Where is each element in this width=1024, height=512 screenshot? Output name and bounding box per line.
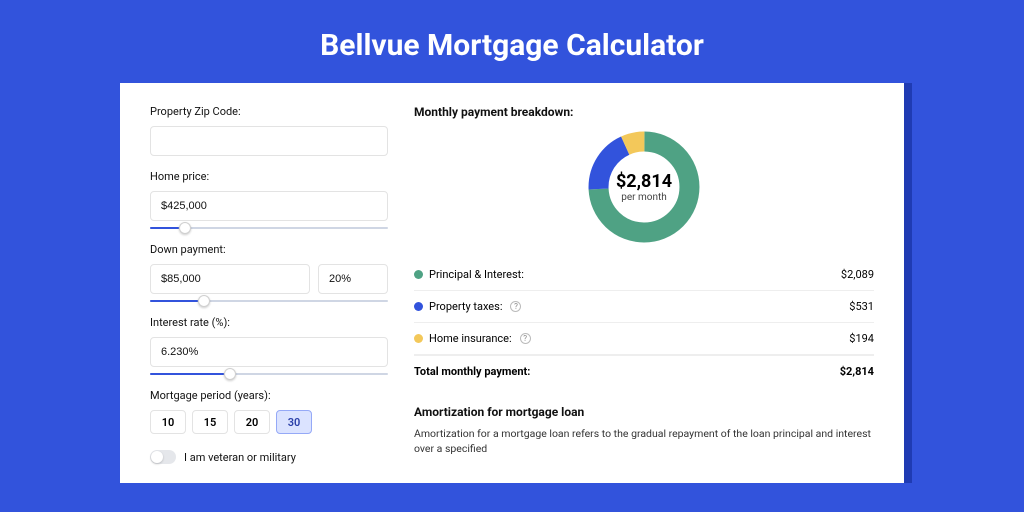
calculator-card: Property Zip Code: Home price: Down paym… (120, 83, 904, 483)
down-payment-label: Down payment: (150, 243, 388, 256)
home-price-input[interactable] (150, 191, 388, 221)
amort-text: Amortization for a mortgage loan refers … (414, 427, 874, 456)
zip-label: Property Zip Code: (150, 105, 388, 118)
line-value: $194 (849, 332, 874, 345)
interest-field: Interest rate (%): (150, 316, 388, 375)
veteran-toggle[interactable] (150, 450, 176, 464)
period-buttons: 10 15 20 30 (150, 410, 388, 434)
help-icon[interactable]: ? (510, 301, 521, 312)
veteran-row: I am veteran or military (150, 450, 388, 464)
total-label: Total monthly payment: (414, 365, 530, 378)
line-label: Home insurance: (429, 332, 512, 345)
period-btn-30[interactable]: 30 (276, 410, 312, 434)
interest-slider[interactable] (150, 373, 388, 375)
line-value: $2,089 (841, 268, 874, 281)
dot-icon (414, 302, 423, 311)
home-price-field: Home price: (150, 170, 388, 229)
page-title: Bellvue Mortgage Calculator (0, 0, 1024, 83)
home-price-slider[interactable] (150, 227, 388, 229)
down-payment-field: Down payment: (150, 243, 388, 302)
help-icon[interactable]: ? (520, 333, 531, 344)
line-insurance: Home insurance: ? $194 (414, 323, 874, 355)
down-amount-input[interactable] (150, 264, 310, 294)
line-total: Total monthly payment: $2,814 (414, 355, 874, 387)
home-price-label: Home price: (150, 170, 388, 183)
breakdown-title: Monthly payment breakdown: (414, 105, 874, 119)
down-payment-slider[interactable] (150, 300, 388, 302)
form-panel: Property Zip Code: Home price: Down paym… (150, 105, 388, 473)
line-value: $531 (849, 300, 874, 313)
line-taxes: Property taxes: ? $531 (414, 291, 874, 323)
line-label: Principal & Interest: (429, 268, 524, 281)
total-value: $2,814 (840, 365, 874, 378)
period-btn-20[interactable]: 20 (234, 410, 270, 434)
amort-title: Amortization for mortgage loan (414, 405, 874, 419)
dot-icon (414, 334, 423, 343)
period-field: Mortgage period (years): 10 15 20 30 (150, 389, 388, 434)
donut-chart-wrap: $2,814 per month (414, 127, 874, 247)
donut-chart: $2,814 per month (584, 127, 704, 247)
donut-unit: per month (621, 192, 667, 203)
line-principal: Principal & Interest: $2,089 (414, 259, 874, 291)
period-label: Mortgage period (years): (150, 389, 388, 402)
line-label: Property taxes: (429, 300, 502, 313)
interest-label: Interest rate (%): (150, 316, 388, 329)
period-btn-10[interactable]: 10 (150, 410, 186, 434)
breakdown-list: Principal & Interest: $2,089 Property ta… (414, 259, 874, 387)
breakdown-panel: Monthly payment breakdown: $2,814 per mo… (414, 105, 874, 473)
down-percent-input[interactable] (318, 264, 388, 294)
veteran-label: I am veteran or military (184, 451, 296, 464)
dot-icon (414, 270, 423, 279)
interest-input[interactable] (150, 337, 388, 367)
zip-input[interactable] (150, 126, 388, 156)
donut-value: $2,814 (616, 171, 672, 192)
amortization-section: Amortization for mortgage loan Amortizat… (414, 405, 874, 456)
zip-field: Property Zip Code: (150, 105, 388, 156)
period-btn-15[interactable]: 15 (192, 410, 228, 434)
